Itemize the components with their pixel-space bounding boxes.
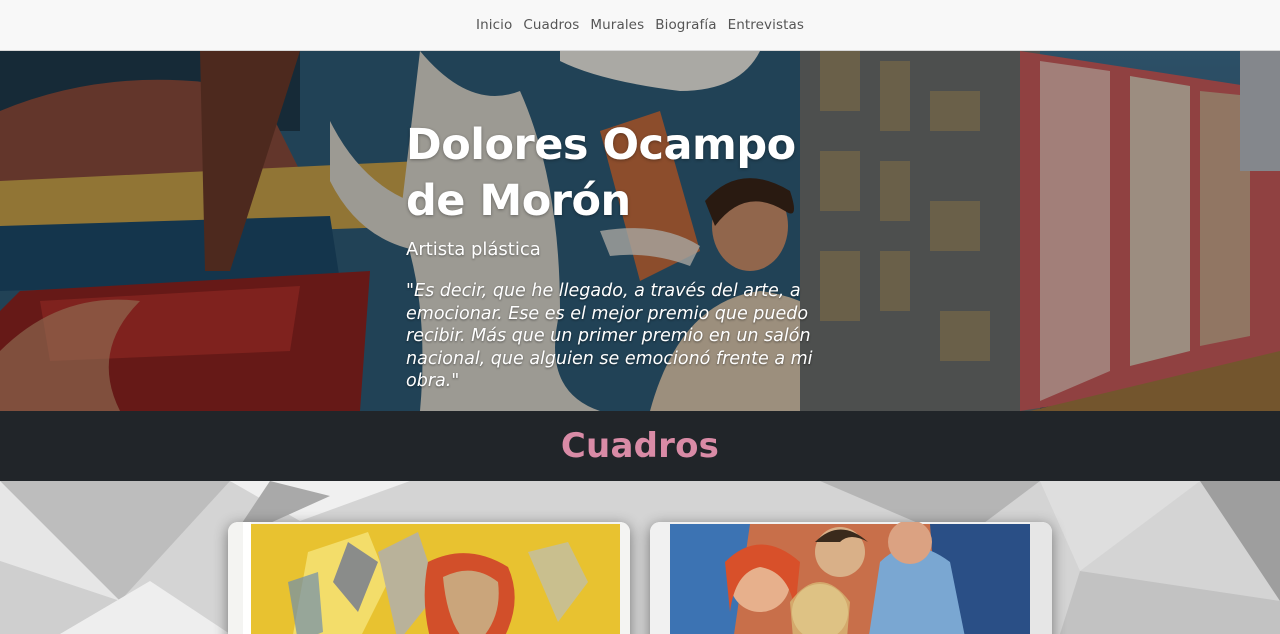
hero-banner: Dolores Ocampo de Morón Artista plástica…: [0, 51, 1280, 411]
painting-card-1[interactable]: [228, 522, 630, 634]
section-title: Cuadros: [560, 426, 720, 466]
hero-subtitle: Artista plástica: [406, 239, 541, 260]
hero-text-block: Dolores Ocampo de Morón Artista plástica…: [406, 117, 856, 393]
hero-title-line-1: Dolores Ocampo: [406, 120, 796, 170]
painting-image-2: [650, 522, 1052, 634]
painting-card-2[interactable]: [650, 522, 1052, 634]
top-navbar: Inicio Cuadros Murales Biografía Entrevi…: [0, 0, 1280, 51]
painting-image-1: [228, 522, 630, 634]
paintings-gallery: [0, 481, 1280, 634]
nav-link-entrevistas[interactable]: Entrevistas: [728, 17, 804, 33]
section-header-cuadros: Cuadros: [0, 411, 1280, 481]
hero-title-line-2: de Morón: [406, 176, 631, 226]
nav-link-cuadros[interactable]: Cuadros: [523, 17, 579, 33]
gallery-geometric-background: [0, 481, 1280, 634]
nav-link-murales[interactable]: Murales: [590, 17, 644, 33]
hero-quote: "Es decir, que he llegado, a través del …: [406, 281, 813, 391]
hero-title: Dolores Ocampo de Morón: [406, 117, 856, 229]
nav-link-inicio[interactable]: Inicio: [476, 17, 512, 33]
nav-link-biografia[interactable]: Biografía: [655, 17, 716, 33]
